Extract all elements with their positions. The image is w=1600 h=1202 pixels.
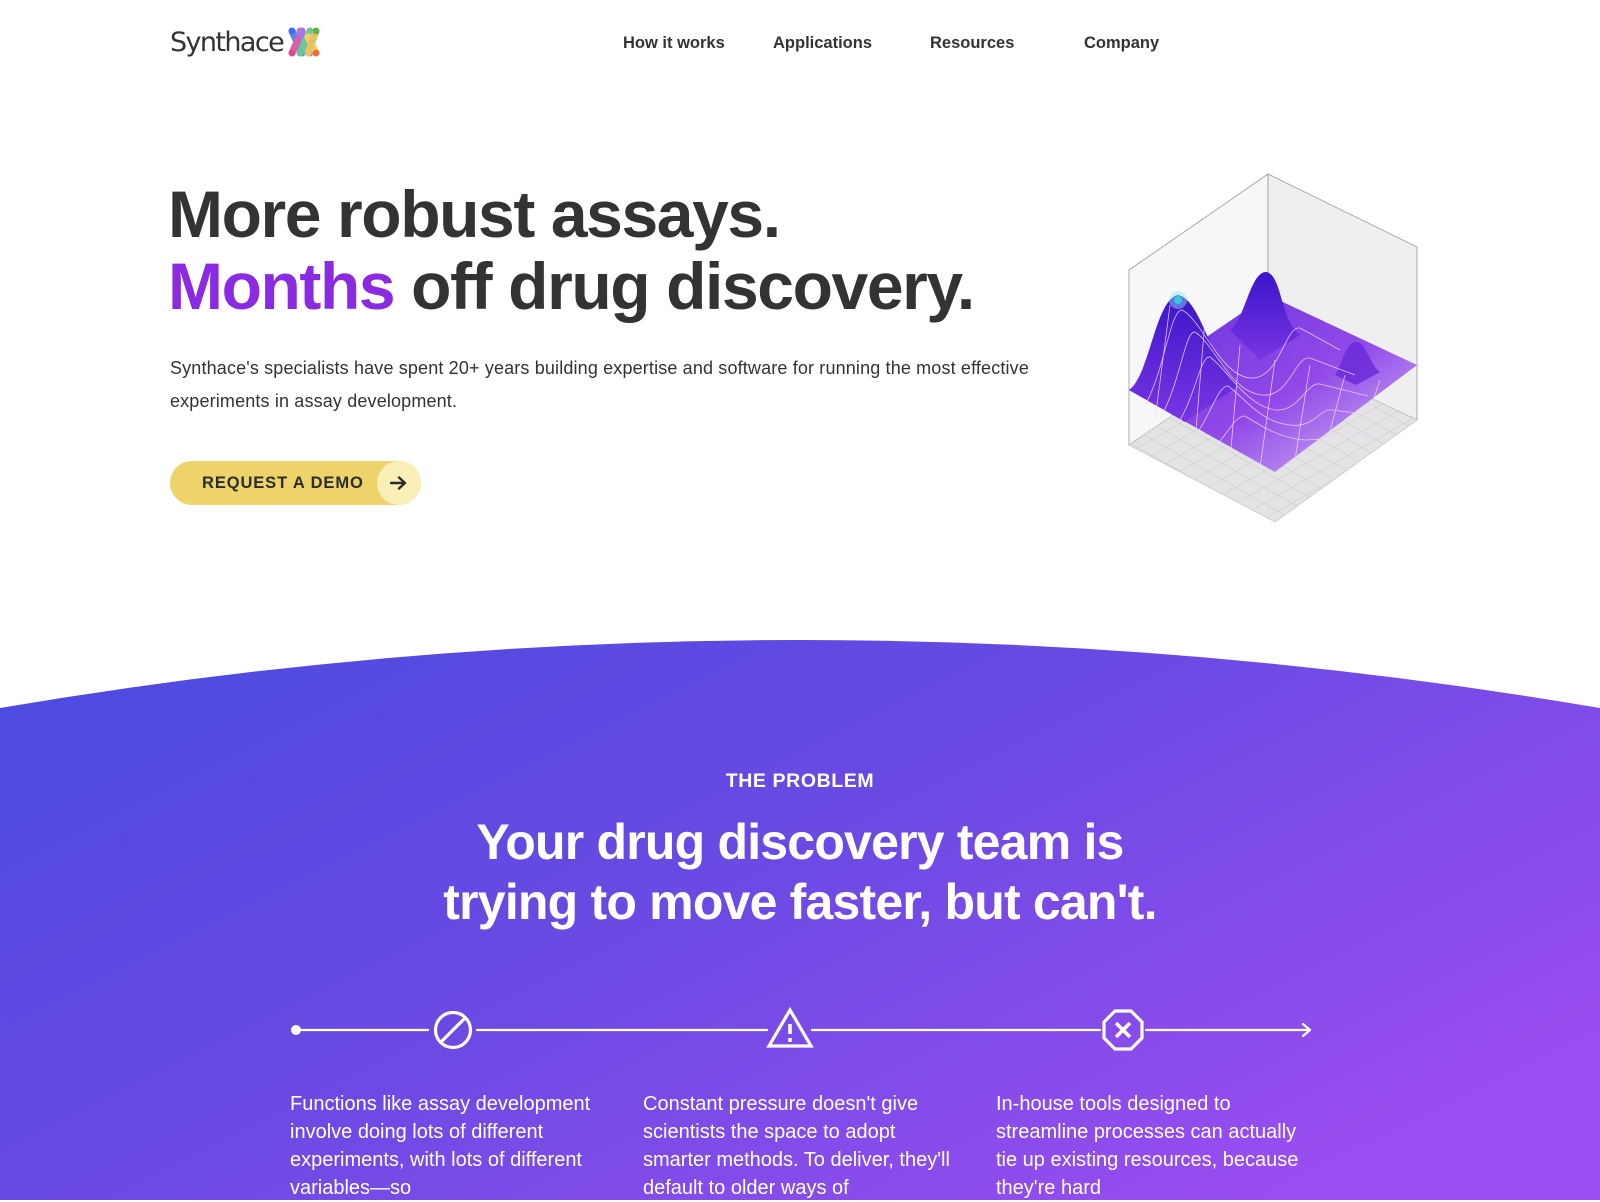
problem-title: Your drug discovery team is trying to mo… <box>300 812 1300 932</box>
hero-title-line-2: Months off drug discovery. <box>168 249 975 323</box>
problem-column-3: In-house tools designed to streamline pr… <box>996 1093 1299 1199</box>
hero-title-rest: off drug discovery. <box>394 249 975 323</box>
problem-title-line-2: trying to move faster, but can't. <box>443 874 1157 930</box>
hero-title-line-1: More robust assays. <box>168 177 781 251</box>
hero-subtitle: Synthace's specialists have spent 20+ ye… <box>170 358 1029 411</box>
problem-column-1: Functions like assay development involve… <box>290 1093 591 1199</box>
request-demo-label: REQUEST A DEMO <box>202 473 364 492</box>
problem-title-line-1: Your drug discovery team is <box>476 814 1124 870</box>
hero-title: More robust assays. Months off drug disc… <box>168 177 975 323</box>
hero-title-accent: Months <box>168 249 396 323</box>
timeline-start-dot <box>291 1025 301 1035</box>
arrow-right-icon <box>377 461 421 505</box>
problem-column-2: Constant pressure doesn't give scientist… <box>643 1093 950 1199</box>
nav-applications[interactable]: Applications <box>773 30 872 56</box>
request-demo-button[interactable]: REQUEST A DEMO <box>170 461 421 505</box>
nav-how-it-works[interactable]: How it works <box>623 30 725 56</box>
stop-x-octagon-icon <box>1102 1009 1144 1051</box>
problem-eyebrow: THE PROBLEM <box>725 770 875 792</box>
multicolor-x-logo-icon <box>288 27 320 57</box>
logo-wordmark: Synthace <box>170 26 285 58</box>
prohibited-icon <box>433 1010 473 1050</box>
nav-resources[interactable]: Resources <box>930 30 1014 56</box>
nav-company[interactable]: Company <box>1084 30 1159 56</box>
logo-link[interactable]: Synthace <box>170 24 321 60</box>
3d-surface-plot-illustration <box>1128 173 1418 523</box>
site-header: Synthace How it works Applications Resou… <box>0 0 1600 86</box>
problem-timeline <box>291 1006 1312 1051</box>
warning-triangle-icon <box>766 1006 814 1048</box>
